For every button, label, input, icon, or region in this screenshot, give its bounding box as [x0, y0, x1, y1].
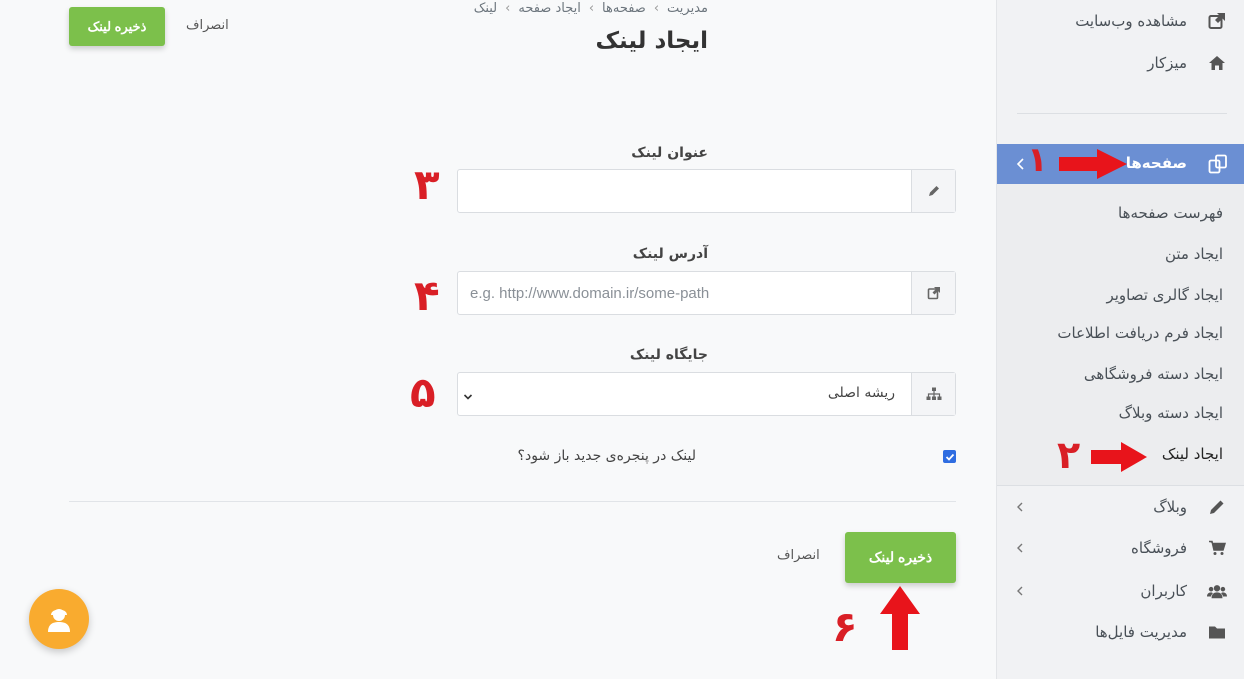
sidebar-item-label: مشاهده وب‌سایت	[1075, 12, 1187, 30]
chevron-left-icon	[1015, 498, 1025, 516]
annotation-number-5: ۵	[410, 368, 436, 417]
annotation-arrow-right	[1091, 442, 1147, 472]
chevron-left-icon	[1015, 155, 1025, 173]
breadcrumb: مدیریت›صفحه‌ها›ایجاد صفحه›لینک	[473, 1, 708, 16]
external-link-icon	[1207, 12, 1227, 30]
top-save-button[interactable]: ذخیره لینک	[69, 7, 165, 46]
sidebar-subitem[interactable]: ایجاد گالری تصاویر	[1106, 286, 1223, 304]
sidebar-divider	[1017, 113, 1227, 114]
sidebar-item-label: میزکار	[1147, 54, 1187, 72]
link-position-value: ریشه اصلی	[827, 385, 895, 401]
annotation-arrow-right	[1059, 149, 1127, 179]
pencil-icon	[1207, 498, 1227, 516]
breadcrumb-item[interactable]: مدیریت	[667, 1, 708, 16]
sidebar-item-label: فروشگاه	[1131, 539, 1187, 557]
sidebar-subitem[interactable]: ایجاد دسته وبلاگ	[1119, 404, 1223, 422]
sidebar-item-view-website[interactable]: مشاهده وب‌سایت	[997, 3, 1244, 39]
link-url-field-group	[457, 271, 956, 315]
save-button[interactable]: ذخیره لینک	[845, 532, 956, 583]
support-chat-button[interactable]	[29, 589, 89, 649]
support-agent-icon	[48, 609, 70, 632]
link-title-field-group	[457, 169, 956, 213]
link-url-label: آدرس لینک	[632, 246, 708, 262]
pencil-icon	[911, 170, 955, 212]
cancel-link[interactable]: انصراف	[777, 548, 820, 563]
page-title: ایجاد لینک	[595, 28, 708, 54]
link-position-select[interactable]: ریشه اصلی	[457, 372, 956, 416]
form-divider	[69, 501, 956, 502]
sidebar-item-dashboard[interactable]: میزکار	[997, 45, 1244, 81]
cart-icon	[1207, 539, 1227, 557]
sidebar-item-label: وبلاگ	[1153, 498, 1187, 516]
sidebar-item-users[interactable]: کاربران	[997, 573, 1244, 609]
annotation-number-4: ۴	[414, 271, 440, 320]
home-icon	[1207, 54, 1227, 72]
link-title-input[interactable]	[458, 170, 912, 212]
breadcrumb-item: لینک	[473, 1, 498, 16]
new-window-label[interactable]: لینک در پنجره‌ی جدید باز شود؟	[518, 448, 696, 464]
annotation-arrow-up	[880, 586, 920, 650]
sidebar-item-label: کاربران	[1140, 582, 1187, 600]
sidebar-item-label: صفحه‌ها	[1125, 154, 1187, 172]
annotation-number-3: ۳	[414, 160, 440, 209]
sidebar-subitem[interactable]: فهرست صفحه‌ها	[1118, 204, 1223, 222]
annotation-number-2: ۲	[1057, 433, 1081, 477]
chevron-down-icon	[462, 388, 474, 400]
annotation-number-1: ۱	[1027, 140, 1048, 180]
folder-icon	[1207, 623, 1227, 641]
sidebar: مشاهده وب‌سایت میزکار صفحه‌ها فهرست صفحه…	[996, 0, 1244, 679]
link-title-label: عنوان لینک	[631, 145, 708, 161]
external-link-icon	[911, 272, 955, 314]
chevron-left-icon	[1015, 539, 1025, 557]
breadcrumb-item[interactable]: ایجاد صفحه	[518, 1, 580, 16]
sidebar-item-file-manager[interactable]: مدیریت فایل‌ها	[997, 614, 1244, 650]
sidebar-subitem[interactable]: ایجاد دسته فروشگاهی	[1084, 365, 1223, 383]
users-icon	[1207, 582, 1227, 600]
sidebar-item-label: مدیریت فایل‌ها	[1095, 623, 1187, 641]
main-content: ذخیره لینک انصراف مدیریت›صفحه‌ها›ایجاد ص…	[0, 0, 996, 679]
chevron-left-icon	[1015, 582, 1025, 600]
new-window-checkbox[interactable]	[943, 450, 956, 463]
top-cancel-link[interactable]: انصراف	[186, 18, 229, 33]
sidebar-subitem[interactable]: ایجاد فرم دریافت اطلاعات	[1057, 324, 1223, 342]
pages-icon	[1207, 154, 1229, 174]
link-url-input[interactable]	[458, 272, 912, 314]
link-position-label: جایگاه لینک	[629, 347, 708, 363]
breadcrumb-item[interactable]: صفحه‌ها	[602, 1, 646, 16]
sidebar-item-blog[interactable]: وبلاگ	[997, 489, 1244, 525]
annotation-number-6: ۶	[832, 602, 858, 651]
sidebar-subitem[interactable]: ایجاد متن	[1165, 245, 1223, 263]
sidebar-subitem-create-link[interactable]: ایجاد لینک	[1162, 445, 1223, 463]
sitemap-icon	[911, 373, 955, 415]
sidebar-item-shop[interactable]: فروشگاه	[997, 530, 1244, 566]
